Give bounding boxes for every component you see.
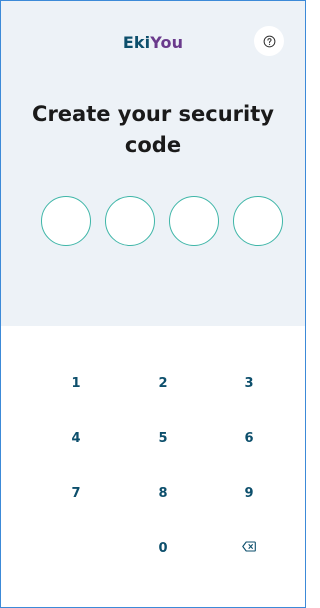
- top-panel: EkiYou Create your security code: [1, 1, 305, 326]
- question-circle-icon: [263, 35, 276, 48]
- help-button[interactable]: [254, 26, 284, 56]
- app-screen: EkiYou Create your security code 1 2 3 4…: [0, 0, 306, 608]
- key-9[interactable]: 9: [214, 473, 284, 513]
- key-8[interactable]: 8: [128, 473, 198, 513]
- key-3[interactable]: 3: [214, 363, 284, 403]
- pin-digit-3: [169, 196, 219, 246]
- pin-indicator: [41, 196, 286, 250]
- key-1[interactable]: 1: [41, 363, 111, 403]
- key-7[interactable]: 7: [41, 473, 111, 513]
- key-2[interactable]: 2: [128, 363, 198, 403]
- pin-digit-2: [105, 196, 155, 246]
- number-keypad: 1 2 3 4 5 6 7 8 9 0: [1, 326, 305, 607]
- backspace-icon: [242, 540, 256, 556]
- backspace-button[interactable]: [214, 528, 284, 568]
- brand-logo-part2: You: [150, 33, 184, 52]
- key-4[interactable]: 4: [41, 418, 111, 458]
- key-0[interactable]: 0: [128, 528, 198, 568]
- key-6[interactable]: 6: [214, 418, 284, 458]
- header: EkiYou: [1, 1, 305, 87]
- pin-digit-4: [233, 196, 283, 246]
- key-empty: [41, 528, 111, 568]
- brand-logo-part1: Eki: [122, 33, 151, 52]
- page-title: Create your security code: [32, 102, 274, 157]
- pin-digit-1: [41, 196, 91, 246]
- key-5[interactable]: 5: [128, 418, 198, 458]
